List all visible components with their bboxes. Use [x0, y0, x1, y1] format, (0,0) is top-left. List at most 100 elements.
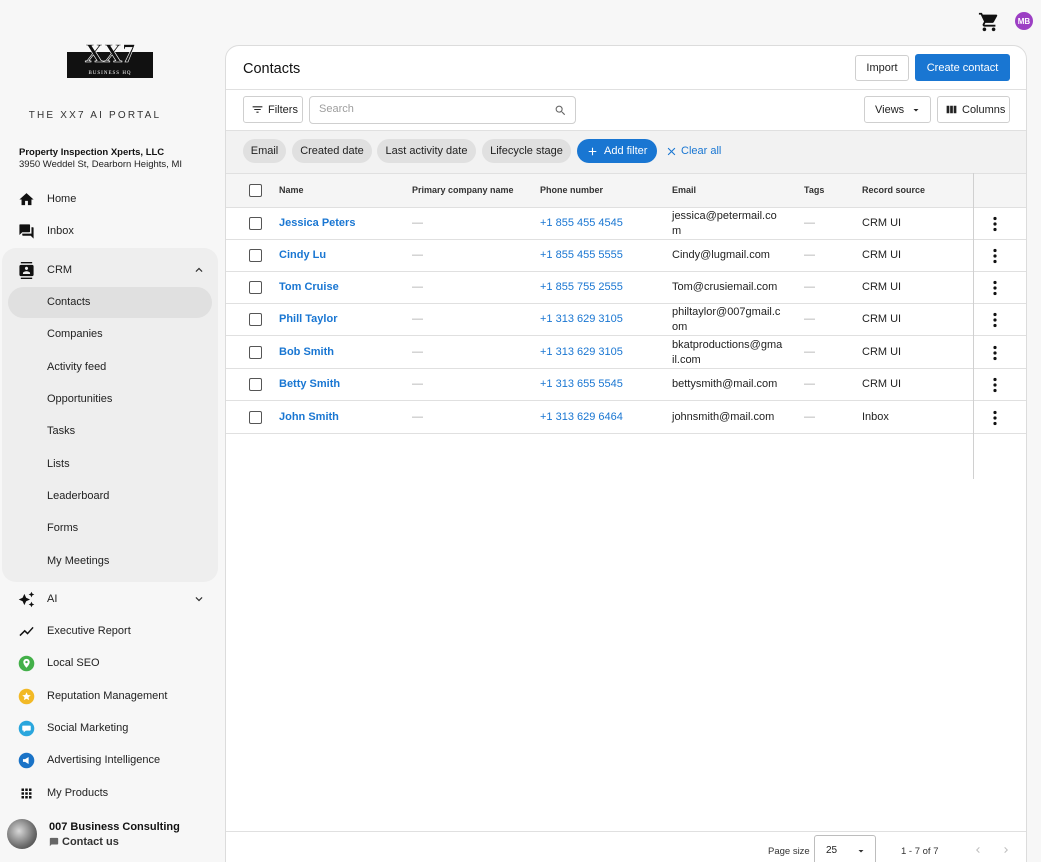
sidebar-sub-forms[interactable]: Forms — [0, 512, 222, 544]
sidebar-sub-opportunities[interactable]: Opportunities — [0, 383, 222, 415]
sidebar-item-label: Social Marketing — [47, 722, 129, 734]
contact-name-link[interactable]: Tom Cruise — [279, 281, 339, 293]
views-label: Views — [875, 103, 905, 116]
sidebar-item-ai[interactable]: AI — [0, 583, 218, 615]
views-dropdown[interactable]: Views — [864, 96, 931, 123]
more-vert-icon[interactable] — [990, 280, 1000, 296]
phone-link[interactable]: +1 855 755 2555 — [540, 281, 623, 293]
table-row[interactable]: Cindy Lu — +1 855 455 5555 Cindy@lugmail.co… — [226, 240, 1026, 272]
column-header-record-source[interactable]: Record source — [862, 185, 925, 195]
column-header-company[interactable]: Primary company name — [412, 185, 514, 195]
sidebar-item-reputation-management[interactable]: Reputation Management — [0, 680, 218, 712]
add-filter-button[interactable]: Add filter — [577, 139, 657, 163]
contact-name-link[interactable]: Betty Smith — [279, 378, 340, 390]
search-box[interactable] — [309, 96, 576, 124]
import-button[interactable]: Import — [855, 55, 909, 81]
row-checkbox[interactable] — [249, 281, 262, 294]
chevron-down-icon[interactable] — [192, 592, 206, 606]
company-cell: — — [412, 217, 423, 229]
filters-button[interactable]: Filters — [243, 96, 303, 123]
record-source-cell: CRM UI — [862, 217, 902, 229]
row-checkbox[interactable] — [249, 378, 262, 391]
clear-all-label: Clear all — [681, 145, 722, 157]
more-vert-icon[interactable] — [990, 216, 1000, 232]
filter-chip-created-date[interactable]: Created date — [292, 139, 372, 163]
shopping-cart-icon[interactable] — [978, 11, 1000, 33]
sidebar-item-executive-report[interactable]: Executive Report — [0, 615, 218, 647]
more-vert-icon[interactable] — [990, 345, 1000, 361]
company-cell: — — [412, 346, 423, 358]
sidebar: XX7 BUSINESS HQ THE XX7 AI PORTAL Proper… — [0, 0, 222, 862]
pagination-bar: Page size 25 1 - 7 of 7 — [226, 831, 1026, 862]
sidebar-item-local-seo[interactable]: Local SEO — [0, 647, 218, 679]
phone-link[interactable]: +1 313 629 3105 — [540, 313, 623, 325]
message-icon — [49, 837, 59, 847]
sidebar-sub-activity-feed[interactable]: Activity feed — [0, 351, 222, 383]
more-vert-icon[interactable] — [990, 410, 1000, 426]
more-vert-icon[interactable] — [990, 377, 1000, 393]
sidebar-sub-my-meetings[interactable]: My Meetings — [0, 545, 222, 577]
contact-name-link[interactable]: Phill Taylor — [279, 313, 337, 325]
table-row[interactable]: Jessica Peters — +1 855 455 4545 jessica@pe… — [226, 208, 1026, 240]
phone-link[interactable]: +1 313 629 6464 — [540, 411, 623, 423]
sidebar-item-home[interactable]: Home — [0, 183, 218, 215]
create-contact-button[interactable]: Create contact — [915, 54, 1010, 81]
filter-chip-last-activity-date[interactable]: Last activity date — [377, 139, 476, 163]
caret-down-icon — [913, 108, 919, 111]
sidebar-item-crm[interactable]: CRM — [0, 254, 218, 286]
account-avatar[interactable] — [7, 819, 37, 849]
add-filter-label: Add filter — [604, 145, 648, 157]
sidebar-sub-label: Opportunities — [47, 393, 113, 405]
contact-name-link[interactable]: Jessica Peters — [279, 217, 355, 229]
sidebar-sub-tasks[interactable]: Tasks — [0, 415, 222, 447]
table-row[interactable]: Betty Smith — +1 313 655 5545 bettysmith@ma… — [226, 369, 1026, 401]
more-vert-icon[interactable] — [990, 312, 1000, 328]
phone-link[interactable]: +1 313 629 3105 — [540, 346, 623, 358]
sidebar-sub-companies[interactable]: Companies — [0, 318, 222, 350]
sidebar-sub-leaderboard[interactable]: Leaderboard — [0, 480, 222, 512]
clear-all-button[interactable]: Clear all — [665, 139, 721, 163]
user-avatar[interactable]: MB — [1015, 12, 1033, 30]
more-vert-icon[interactable] — [990, 248, 1000, 264]
search-input[interactable] — [319, 103, 539, 115]
row-checkbox[interactable] — [249, 217, 262, 230]
sidebar-item-social-marketing[interactable]: Social Marketing — [0, 712, 218, 744]
email-cell: jessica@petermail.co — [672, 210, 777, 222]
table-row[interactable]: Bob Smith — +1 313 629 3105 bkatproductions… — [226, 337, 1026, 369]
contact-name-link[interactable]: Bob Smith — [279, 346, 334, 358]
contact-us-link[interactable]: Contact us — [49, 836, 119, 848]
column-header-phone[interactable]: Phone number — [540, 185, 603, 195]
contact-name-link[interactable]: John Smith — [279, 411, 339, 423]
table-row[interactable]: Phill Taylor — +1 313 629 3105 philtaylor@0… — [226, 304, 1026, 336]
contacts-book-icon — [17, 261, 35, 279]
sidebar-sub-label: Leaderboard — [47, 490, 110, 502]
select-all-checkbox[interactable] — [249, 184, 262, 197]
filter-chip-lifecycle-stage[interactable]: Lifecycle stage — [482, 139, 571, 163]
phone-link[interactable]: +1 855 455 4545 — [540, 217, 623, 229]
column-header-email[interactable]: Email — [672, 185, 696, 195]
row-checkbox[interactable] — [249, 346, 262, 359]
tags-cell: — — [804, 411, 815, 423]
sidebar-item-inbox[interactable]: Inbox — [0, 215, 218, 247]
search-icon[interactable] — [554, 104, 567, 117]
filter-chip-email[interactable]: Email — [243, 139, 286, 163]
contact-name-link[interactable]: Cindy Lu — [279, 249, 326, 261]
table-row[interactable]: Tom Cruise — +1 855 755 2555 Tom@crusiemail… — [226, 272, 1026, 304]
row-checkbox[interactable] — [249, 313, 262, 326]
row-checkbox[interactable] — [249, 411, 262, 424]
columns-button[interactable]: Columns — [937, 96, 1010, 123]
sidebar-sub-contacts[interactable]: Contacts — [0, 286, 222, 318]
phone-link[interactable]: +1 313 655 5545 — [540, 378, 623, 390]
column-header-tags[interactable]: Tags — [804, 185, 824, 195]
sidebar-item-my-products[interactable]: My Products — [0, 777, 218, 809]
page-size-select[interactable]: 25 — [814, 835, 876, 862]
sidebar-sub-lists[interactable]: Lists — [0, 448, 222, 480]
sidebar-item-advertising-intelligence[interactable]: Advertising Intelligence — [0, 744, 218, 776]
phone-link[interactable]: +1 855 455 5555 — [540, 249, 623, 261]
chevron-up-icon[interactable] — [192, 263, 206, 277]
chevron-left-icon[interactable] — [972, 844, 984, 856]
column-header-name[interactable]: Name — [279, 185, 304, 195]
chevron-right-icon[interactable] — [1000, 844, 1012, 856]
table-row[interactable]: John Smith — +1 313 629 6464 johnsmith@mail… — [226, 402, 1026, 434]
row-checkbox[interactable] — [249, 249, 262, 262]
